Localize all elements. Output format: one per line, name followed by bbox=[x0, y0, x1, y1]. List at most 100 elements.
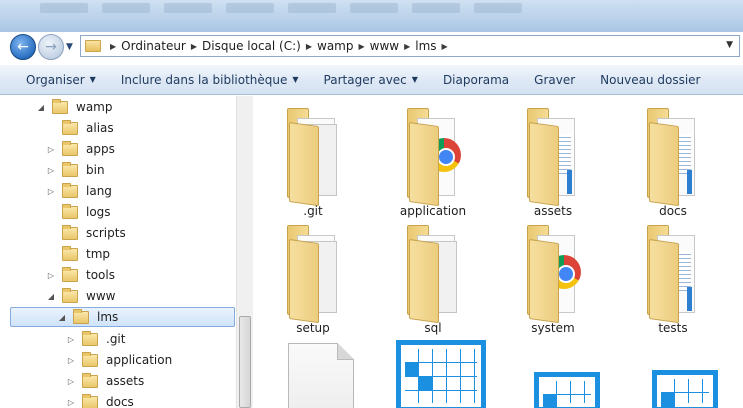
tree-item-docs[interactable]: ▷ docs bbox=[66, 392, 134, 408]
file-item-label: tests bbox=[658, 321, 688, 335]
document-folder-icon bbox=[647, 225, 703, 324]
arrow-right-icon: → bbox=[45, 39, 57, 55]
tree-item-label: tools bbox=[86, 268, 115, 282]
chrome-folder-icon bbox=[407, 108, 463, 207]
file-item-setup[interactable]: setup bbox=[265, 217, 361, 337]
tree-item-scripts[interactable]: scripts bbox=[46, 223, 126, 243]
navigation-pane-scrollbar[interactable] bbox=[236, 96, 253, 408]
tree-item-label: assets bbox=[106, 374, 145, 388]
breadcrumb-computer[interactable]: Ordinateur bbox=[121, 39, 186, 53]
tree-item-lang[interactable]: ▷ lang bbox=[46, 181, 112, 201]
file-item-blank-document[interactable] bbox=[288, 343, 354, 408]
address-bar[interactable]: ▶ Ordinateur ▶ Disque local (C:) ▶ wamp … bbox=[80, 35, 740, 57]
file-item-grid-document[interactable] bbox=[396, 340, 486, 408]
scrollbar-thumb[interactable] bbox=[239, 316, 251, 408]
file-item-grid-document[interactable] bbox=[652, 370, 718, 408]
folder-icon bbox=[82, 372, 98, 388]
chevron-right-icon[interactable]: ▶ bbox=[404, 42, 410, 51]
recent-pages-chevron-icon[interactable]: ▼ bbox=[66, 42, 73, 52]
chevron-down-icon: ▼ bbox=[411, 75, 418, 84]
tree-item-www[interactable]: ◢ www bbox=[46, 286, 115, 306]
share-with-button[interactable]: Partager avec ▼ bbox=[324, 73, 418, 87]
file-item-git[interactable]: .git bbox=[265, 100, 361, 220]
breadcrumb-www[interactable]: www bbox=[370, 39, 399, 53]
content-pane[interactable]: .git application assets docs setup sql s… bbox=[254, 96, 743, 408]
chevron-right-icon[interactable]: ▶ bbox=[442, 42, 448, 51]
collapsed-arrow-icon[interactable]: ▷ bbox=[66, 377, 76, 386]
folder-icon bbox=[85, 40, 101, 52]
tree-item-application[interactable]: ▷ application bbox=[66, 350, 172, 370]
folder-icon bbox=[62, 245, 78, 261]
file-item-system[interactable]: system bbox=[505, 217, 601, 337]
folder-icon bbox=[62, 140, 78, 156]
new-folder-button[interactable]: Nouveau dossier bbox=[600, 73, 700, 87]
collapsed-arrow-icon[interactable]: ▷ bbox=[46, 145, 56, 154]
file-item-label: application bbox=[399, 204, 467, 218]
folder-icon bbox=[52, 98, 68, 114]
file-item-grid-document[interactable] bbox=[534, 372, 600, 408]
breadcrumb-lms[interactable]: lms bbox=[415, 39, 436, 53]
folder-icon bbox=[62, 203, 78, 219]
expanded-arrow-icon[interactable]: ◢ bbox=[36, 103, 46, 112]
collapsed-arrow-icon[interactable]: ▷ bbox=[46, 187, 56, 196]
tree-item-tmp[interactable]: tmp bbox=[46, 244, 110, 264]
address-history-chevron-icon[interactable]: ▼ bbox=[726, 40, 733, 50]
forward-button[interactable]: → bbox=[38, 34, 64, 60]
folder-icon bbox=[82, 393, 98, 408]
tree-item-assets[interactable]: ▷ assets bbox=[66, 371, 144, 391]
tree-item-label: wamp bbox=[76, 100, 113, 114]
tree-item-bin[interactable]: ▷ bin bbox=[46, 160, 105, 180]
tree-item-apps[interactable]: ▷ apps bbox=[46, 139, 115, 159]
tree-item-git[interactable]: ▷ .git bbox=[66, 329, 125, 349]
slideshow-button[interactable]: Diaporama bbox=[443, 73, 509, 87]
tree-item-alias[interactable]: alias bbox=[46, 118, 114, 138]
collapsed-arrow-icon[interactable]: ▷ bbox=[46, 271, 56, 280]
file-item-sql[interactable]: sql bbox=[385, 217, 481, 337]
back-button[interactable]: ← bbox=[10, 34, 36, 60]
collapsed-arrow-icon[interactable]: ▷ bbox=[66, 335, 76, 344]
tree-item-label: lms bbox=[97, 310, 119, 324]
tree-item-label: lang bbox=[86, 184, 112, 198]
tree-item-lms[interactable]: ◢ lms bbox=[10, 307, 235, 327]
folder-icon bbox=[62, 266, 78, 282]
collapsed-arrow-icon[interactable]: ▷ bbox=[66, 398, 76, 407]
chevron-right-icon[interactable]: ▶ bbox=[110, 42, 116, 51]
file-item-assets[interactable]: assets bbox=[505, 100, 601, 220]
chevron-down-icon: ▼ bbox=[292, 75, 299, 84]
breadcrumb-wamp[interactable]: wamp bbox=[317, 39, 353, 53]
file-item-application[interactable]: application bbox=[385, 100, 481, 220]
slideshow-label: Diaporama bbox=[442, 72, 510, 87]
tree-item-label: tmp bbox=[86, 247, 111, 261]
breadcrumb-local-disk[interactable]: Disque local (C:) bbox=[202, 39, 301, 53]
file-item-docs[interactable]: docs bbox=[625, 100, 721, 220]
file-item-tests[interactable]: tests bbox=[625, 217, 721, 337]
burn-button[interactable]: Graver bbox=[534, 73, 575, 87]
expanded-arrow-icon[interactable]: ◢ bbox=[46, 292, 56, 301]
organize-button[interactable]: Organiser ▼ bbox=[26, 73, 96, 87]
file-item-label: docs bbox=[659, 204, 687, 218]
include-in-library-button[interactable]: Inclure dans la bibliothèque ▼ bbox=[121, 73, 299, 87]
tree-item-tools[interactable]: ▷ tools bbox=[46, 265, 115, 285]
folder-icon bbox=[62, 161, 78, 177]
chevron-right-icon[interactable]: ▶ bbox=[306, 42, 312, 51]
tree-item-wamp[interactable]: ◢ wamp bbox=[36, 97, 112, 117]
chevron-right-icon[interactable]: ▶ bbox=[191, 42, 197, 51]
folder-icon bbox=[62, 182, 78, 198]
folder-icon bbox=[82, 330, 98, 346]
chevron-right-icon[interactable]: ▶ bbox=[358, 42, 364, 51]
new-folder-label: Nouveau dossier bbox=[600, 72, 701, 87]
navigation-pane[interactable]: ◢ wamp alias ▷ apps ▷ bin ▷ lang logs sc… bbox=[0, 96, 253, 408]
document-folder-icon bbox=[527, 108, 583, 207]
tree-item-label: bin bbox=[86, 163, 105, 177]
folder-icon bbox=[62, 224, 78, 240]
file-item-label: system bbox=[531, 321, 575, 335]
include-in-library-label: Inclure dans la bibliothèque bbox=[120, 72, 288, 87]
file-item-label: sql bbox=[424, 321, 442, 335]
tree-item-label: docs bbox=[106, 395, 134, 408]
expanded-arrow-icon[interactable]: ◢ bbox=[57, 313, 67, 322]
tree-item-logs[interactable]: logs bbox=[46, 202, 111, 222]
collapsed-arrow-icon[interactable]: ▷ bbox=[66, 356, 76, 365]
tree-item-label: alias bbox=[86, 121, 114, 135]
chrome-folder-icon bbox=[527, 225, 583, 324]
collapsed-arrow-icon[interactable]: ▷ bbox=[46, 166, 56, 175]
